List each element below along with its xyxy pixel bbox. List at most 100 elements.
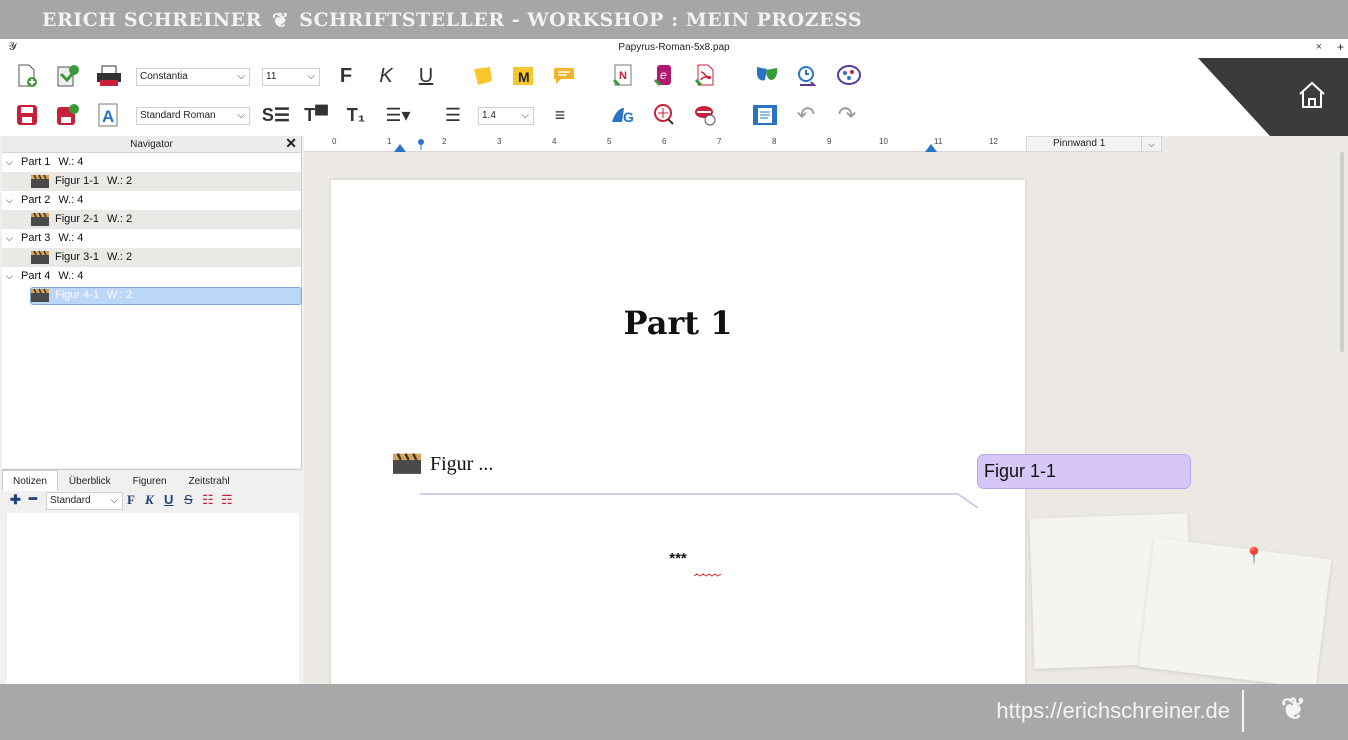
collapse-chevron-icon[interactable]: ⌵ — [6, 229, 13, 248]
font-family-select[interactable]: Constantia ⌵ — [136, 68, 250, 86]
banner-subtitle: SCHRIFTSTELLER - WORKSHOP : MEIN PROZESS — [299, 8, 863, 31]
collapse-chevron-icon[interactable]: ⌵ — [6, 153, 13, 172]
timeline-search-icon[interactable] — [795, 63, 821, 89]
notes-bold-button[interactable]: F — [127, 492, 135, 508]
figure-reference-text: Figur ... — [430, 453, 494, 475]
sticky-note-icon[interactable] — [470, 63, 496, 89]
svg-text:N: N — [619, 70, 627, 82]
style-analysis-icon[interactable]: G — [610, 102, 636, 128]
new-document-icon[interactable] — [14, 63, 40, 89]
open-template-icon[interactable] — [55, 63, 81, 89]
notes-text-area[interactable] — [7, 513, 299, 684]
main-toolbar: Constantia ⌵ 11 ⌵ F K U M N e A Standard… — [0, 56, 1348, 136]
text-style-icon[interactable]: A — [96, 102, 122, 128]
heading-style-icon[interactable]: T▀ — [303, 102, 329, 128]
style-list-icon[interactable]: S☰ — [262, 102, 290, 128]
ruler-tick-label: 3 — [497, 137, 502, 146]
close-document-icon[interactable]: × — [1316, 39, 1322, 56]
save-as-icon[interactable] — [55, 102, 81, 128]
speech-icon[interactable] — [692, 102, 718, 128]
italic-button[interactable]: K — [373, 63, 399, 89]
navigator-close-icon[interactable]: ✕ — [285, 135, 297, 152]
notes-style-select[interactable]: Standard ⌵ — [46, 492, 123, 510]
view-page-icon[interactable] — [752, 102, 778, 128]
nav-part-row[interactable]: ⌵ Part 4 W.: 4 — [2, 267, 301, 286]
chevron-down-icon[interactable]: ⌵ — [1141, 137, 1161, 151]
collapse-chevron-icon[interactable]: ⌵ — [6, 191, 13, 210]
drama-masks-icon[interactable] — [754, 63, 780, 89]
spellcheck-underline — [694, 573, 722, 577]
nav-part-row[interactable]: ⌵ Part 3 W.: 4 — [2, 229, 301, 248]
ruler-tick-label: 10 — [879, 137, 888, 146]
export-pdf-icon[interactable] — [692, 63, 718, 89]
paragraph-style-select[interactable]: Standard Roman ⌵ — [136, 107, 250, 125]
tab-notizen[interactable]: Notizen — [2, 470, 58, 491]
svg-text:e: e — [660, 68, 667, 82]
footer-logo-icon: ❦ — [1280, 692, 1306, 727]
font-size-select[interactable]: 11 ⌵ — [262, 68, 320, 86]
notes-underline-button[interactable]: U — [164, 492, 173, 507]
export-navigator-icon[interactable]: N — [610, 63, 636, 89]
navigator-panel: Navigator ✕ ⌵ Part 1 W.: 4 Figur 1-1 W.: 2… — [2, 135, 302, 468]
tab-figuren[interactable]: Figuren — [122, 470, 178, 491]
notes-toolbar: ✚ ━ Standard ⌵ F K U S ☷ ☶ — [2, 491, 302, 511]
heading-level-icon[interactable]: T₁ — [343, 102, 369, 128]
add-note-icon[interactable]: ✚ — [10, 492, 21, 508]
ruler-tick-label: 1 — [387, 137, 392, 146]
notes-strike-button[interactable]: S — [184, 492, 193, 507]
numbered-list-icon[interactable]: ☶ — [221, 492, 233, 508]
ruler-tick-label: 4 — [552, 137, 557, 146]
nav-part-row[interactable]: ⌵ Part 2 W.: 4 — [2, 191, 301, 210]
comment-icon[interactable] — [551, 63, 577, 89]
bottom-banner: https://erichschreiner.de ❦ — [0, 684, 1348, 740]
tab-zeitstrahl[interactable]: Zeitstrahl — [178, 470, 241, 491]
pinnwand-select[interactable]: Pinnwand 1 ⌵ — [1026, 136, 1162, 152]
line-spacing-icon[interactable]: ☰ — [440, 102, 466, 128]
save-icon[interactable] — [14, 102, 40, 128]
marker-icon[interactable]: M — [510, 63, 536, 89]
nav-scene-row[interactable]: Figur 2-1 W.: 2 — [2, 210, 301, 229]
collapse-chevron-icon[interactable]: ⌵ — [6, 267, 13, 286]
figure-reference-line[interactable]: Figur ... — [393, 452, 953, 476]
svg-text:G: G — [623, 109, 634, 125]
website-url[interactable]: https://erichschreiner.de — [996, 698, 1230, 724]
underline-button[interactable]: U — [413, 63, 439, 89]
notes-tabs: Notizen Überblick Figuren Zeitstrahl — [2, 470, 302, 491]
right-indent-marker[interactable] — [925, 144, 937, 152]
nav-part-row[interactable]: ⌵ Part 1 W.: 4 — [2, 153, 301, 172]
clapperboard-icon — [31, 288, 49, 302]
export-ebook-icon[interactable]: e — [651, 63, 677, 89]
redo-icon[interactable]: ↷ — [834, 102, 860, 128]
clapperboard-icon — [393, 453, 421, 474]
bold-button[interactable]: F — [333, 63, 359, 89]
bullet-list-icon[interactable]: ☷ — [202, 492, 214, 508]
top-banner: ERICH SCHREINER ❦ SCHRIFTSTELLER - WORKS… — [0, 0, 1348, 39]
notes-italic-button[interactable]: K — [145, 492, 154, 508]
editor-scrollbar[interactable] — [1340, 152, 1344, 352]
document-page[interactable]: Part 1 Figur ... *** — [331, 180, 1025, 684]
readability-icon[interactable] — [651, 102, 677, 128]
navigator-header: Navigator ✕ — [2, 135, 301, 153]
figure-bubble[interactable]: Figur 1-1 — [977, 454, 1191, 489]
clapperboard-icon — [31, 174, 49, 188]
nav-scene-row-selected[interactable]: Figur 4-1 W.: 2 — [2, 286, 302, 305]
ruler: 0 1 2 3 4 5 6 7 8 9 10 11 12 — [304, 136, 1026, 152]
nav-scene-row[interactable]: Figur 3-1 W.: 2 — [2, 248, 301, 267]
print-icon[interactable] — [96, 63, 122, 89]
tab-ueberblick[interactable]: Überblick — [58, 470, 122, 491]
mindmap-icon[interactable] — [836, 63, 862, 89]
align-dropdown-icon[interactable]: ☰▾ — [385, 102, 411, 128]
ruler-tick-label: 8 — [772, 137, 777, 146]
scene-separator: *** — [669, 550, 687, 567]
ruler-tick-label: 9 — [827, 137, 832, 146]
chapter-title: Part 1 — [623, 304, 733, 342]
line-spacing-select[interactable]: 1.4 ⌵ — [478, 107, 534, 125]
first-line-indent-marker[interactable] — [417, 138, 425, 150]
remove-note-icon[interactable]: ━ — [29, 491, 37, 507]
new-tab-icon[interactable]: + — [1337, 39, 1344, 56]
undo-icon[interactable]: ↶ — [793, 102, 819, 128]
nav-scene-row[interactable]: Figur 1-1 W.: 2 — [2, 172, 301, 191]
paragraph-spacing-icon[interactable]: ≡ — [547, 102, 573, 128]
home-icon[interactable] — [1296, 79, 1330, 113]
left-indent-marker[interactable] — [394, 144, 406, 152]
